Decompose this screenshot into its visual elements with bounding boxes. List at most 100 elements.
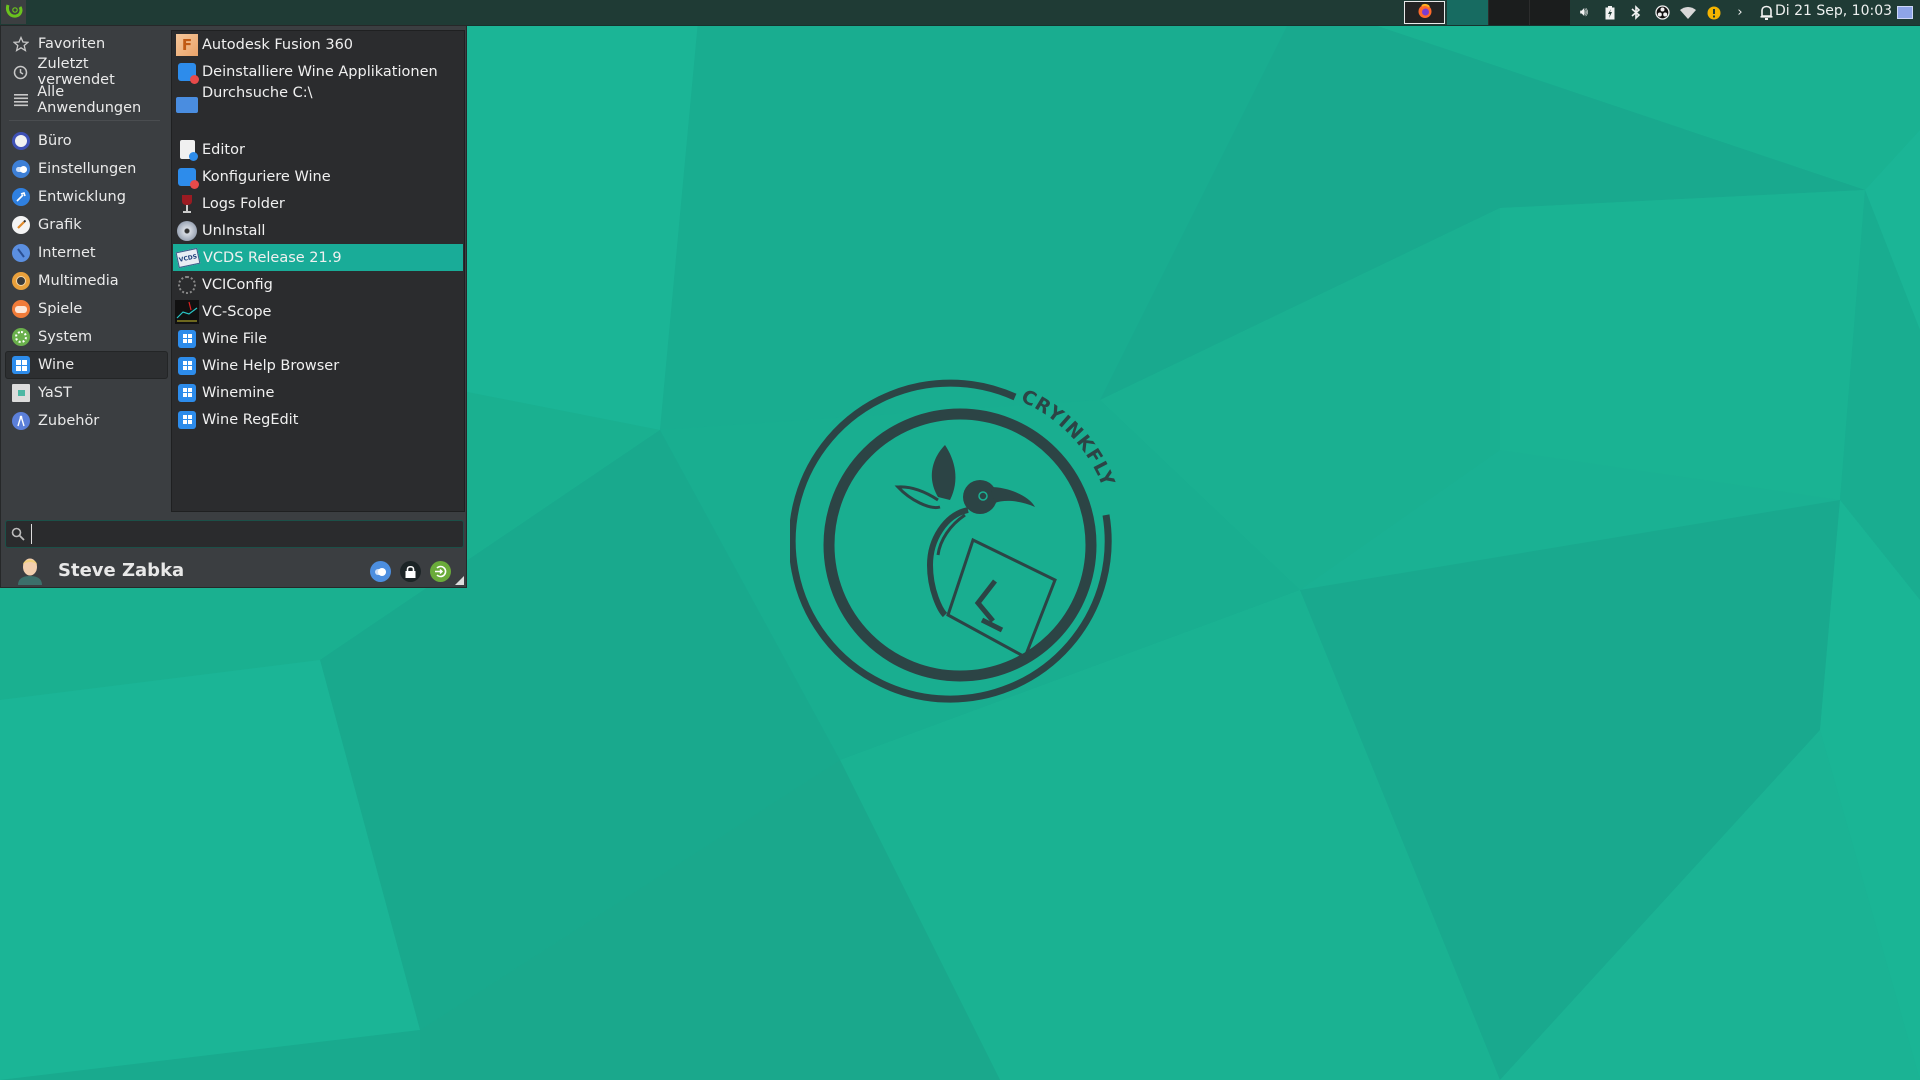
taskbar-button[interactable] xyxy=(1488,0,1529,25)
app-label: VC-Scope xyxy=(202,303,272,320)
user-name: Steve Zabka xyxy=(58,559,185,581)
application-list: F Autodesk Fusion 360 Deinstalliere Wine… xyxy=(171,30,465,512)
workspace-icon[interactable] xyxy=(1897,6,1913,19)
category-accessories[interactable]: Zubehör xyxy=(5,407,168,435)
resize-grip[interactable] xyxy=(455,576,464,585)
obs-icon[interactable] xyxy=(1654,5,1670,21)
app-wine-help-browser[interactable]: Wine Help Browser xyxy=(172,352,464,379)
battery-icon[interactable] xyxy=(1602,5,1618,21)
office-icon xyxy=(12,132,30,150)
app-logs-folder[interactable]: Logs Folder xyxy=(172,190,464,217)
bluetooth-icon[interactable] xyxy=(1628,5,1644,21)
expand-arrow-icon[interactable]: › xyxy=(1732,5,1748,21)
app-label: Wine File xyxy=(202,330,268,347)
multimedia-speaker-icon xyxy=(12,272,30,290)
wine-windows-icon xyxy=(12,356,30,374)
taskbar-button[interactable] xyxy=(1447,0,1488,25)
category-favorites[interactable]: Favoriten xyxy=(5,30,168,58)
fusion360-icon: F xyxy=(175,33,199,57)
wifi-icon[interactable] xyxy=(1680,5,1696,21)
category-label: Internet xyxy=(38,245,96,261)
category-label: Wine xyxy=(38,357,75,373)
app-browse-c-drive[interactable]: Durchsuche C:\ xyxy=(172,85,464,116)
app-label: Logs Folder xyxy=(202,195,285,212)
app-wine-uninstaller[interactable]: Deinstalliere Wine Applikationen xyxy=(172,58,464,85)
category-settings[interactable]: Einstellungen xyxy=(5,155,168,183)
clock-icon xyxy=(12,63,30,81)
search-input[interactable] xyxy=(5,520,464,548)
app-vciconfig[interactable]: VCIConfig xyxy=(172,271,464,298)
user-avatar[interactable] xyxy=(16,555,44,585)
opensuse-chameleon-icon xyxy=(5,1,23,23)
app-label: Wine Help Browser xyxy=(202,357,340,374)
app-vc-scope[interactable]: VC-Scope xyxy=(172,298,464,325)
games-gamepad-icon xyxy=(12,300,30,318)
taskbar-button[interactable] xyxy=(1529,0,1570,25)
app-label: Wine RegEdit xyxy=(202,411,299,428)
app-winemine[interactable]: Winemine xyxy=(172,379,464,406)
category-internet[interactable]: Internet xyxy=(5,239,168,267)
category-label: Entwicklung xyxy=(38,189,126,205)
app-autodesk-fusion-360[interactable]: F Autodesk Fusion 360 xyxy=(172,31,464,58)
app-label: UnInstall xyxy=(202,222,266,239)
wine-windows-icon xyxy=(175,408,199,432)
clock[interactable]: Di 21 Sep, 10:03 xyxy=(1775,3,1892,19)
wine-uninstall-icon xyxy=(175,60,199,84)
category-recent[interactable]: Zuletzt verwendet xyxy=(5,56,168,88)
category-label: Büro xyxy=(38,133,72,149)
app-wine-file[interactable]: Wine File xyxy=(172,325,464,352)
wine-glass-icon xyxy=(175,192,199,216)
development-icon xyxy=(12,188,30,206)
applications-menu: Favoriten Zuletzt verwendet Alle Anwendu… xyxy=(0,25,467,588)
app-label: Deinstalliere Wine Applikationen xyxy=(202,63,438,80)
yast-icon xyxy=(12,384,30,402)
vcds-disc-icon xyxy=(175,219,199,243)
vcds-x64-icon: VCDS xyxy=(175,246,201,270)
internet-compass-icon xyxy=(12,244,30,262)
category-label: System xyxy=(38,329,93,345)
category-games[interactable]: Spiele xyxy=(5,295,168,323)
taskbar-firefox-button[interactable] xyxy=(1404,1,1445,24)
category-yast[interactable]: YaST xyxy=(5,379,168,407)
notification-bell-icon[interactable] xyxy=(1758,5,1774,21)
category-development[interactable]: Entwicklung xyxy=(5,183,168,211)
text-caret xyxy=(31,524,32,544)
category-system[interactable]: System xyxy=(5,323,168,351)
category-office[interactable]: Büro xyxy=(5,127,168,155)
logout-button[interactable] xyxy=(430,561,451,582)
app-label: Editor xyxy=(202,141,245,158)
app-vcds-release[interactable]: VCDS VCDS Release 21.9 xyxy=(173,244,463,271)
taskbar xyxy=(1404,0,1570,25)
category-list: Favoriten Zuletzt verwendet Alle Anwendu… xyxy=(5,30,168,435)
category-label: Zubehör xyxy=(38,413,100,429)
app-configure-wine[interactable]: Konfiguriere Wine xyxy=(172,163,464,190)
category-wine[interactable]: Wine xyxy=(5,351,168,379)
category-label: Favoriten xyxy=(38,36,106,52)
settings-button[interactable] xyxy=(370,561,391,582)
user-bar: Steve Zabka xyxy=(1,553,466,587)
graphics-palette-icon xyxy=(12,216,30,234)
category-multimedia[interactable]: Multimedia xyxy=(5,267,168,295)
category-label: Alle Anwendungen xyxy=(37,84,142,116)
category-label: Multimedia xyxy=(38,273,119,289)
cryinkfly-logo: CRYINKFLY xyxy=(790,379,1118,703)
update-warning-icon[interactable] xyxy=(1706,5,1722,21)
logout-icon xyxy=(434,565,447,578)
applications-menu-button[interactable] xyxy=(1,0,26,24)
volume-icon[interactable]: 🔊︎ xyxy=(1576,5,1592,21)
app-label: Winemine xyxy=(202,384,275,401)
category-label: Einstellungen xyxy=(38,161,137,177)
category-label: Grafik xyxy=(38,217,82,233)
app-label: VCIConfig xyxy=(202,276,273,293)
vc-scope-icon xyxy=(175,299,199,324)
category-all-applications[interactable]: Alle Anwendungen xyxy=(5,84,168,116)
lock-screen-button[interactable] xyxy=(400,561,421,582)
app-editor[interactable]: Editor xyxy=(172,136,464,163)
category-label: Spiele xyxy=(38,301,83,317)
top-panel: 🔊︎ › Di 21 Sep, 10:03 xyxy=(0,0,1920,26)
app-label: Autodesk Fusion 360 xyxy=(202,36,354,53)
app-wine-regedit[interactable]: Wine RegEdit xyxy=(172,406,464,433)
category-graphics[interactable]: Grafik xyxy=(5,211,168,239)
wine-config-icon xyxy=(175,165,199,189)
app-uninstall[interactable]: UnInstall xyxy=(172,217,464,244)
